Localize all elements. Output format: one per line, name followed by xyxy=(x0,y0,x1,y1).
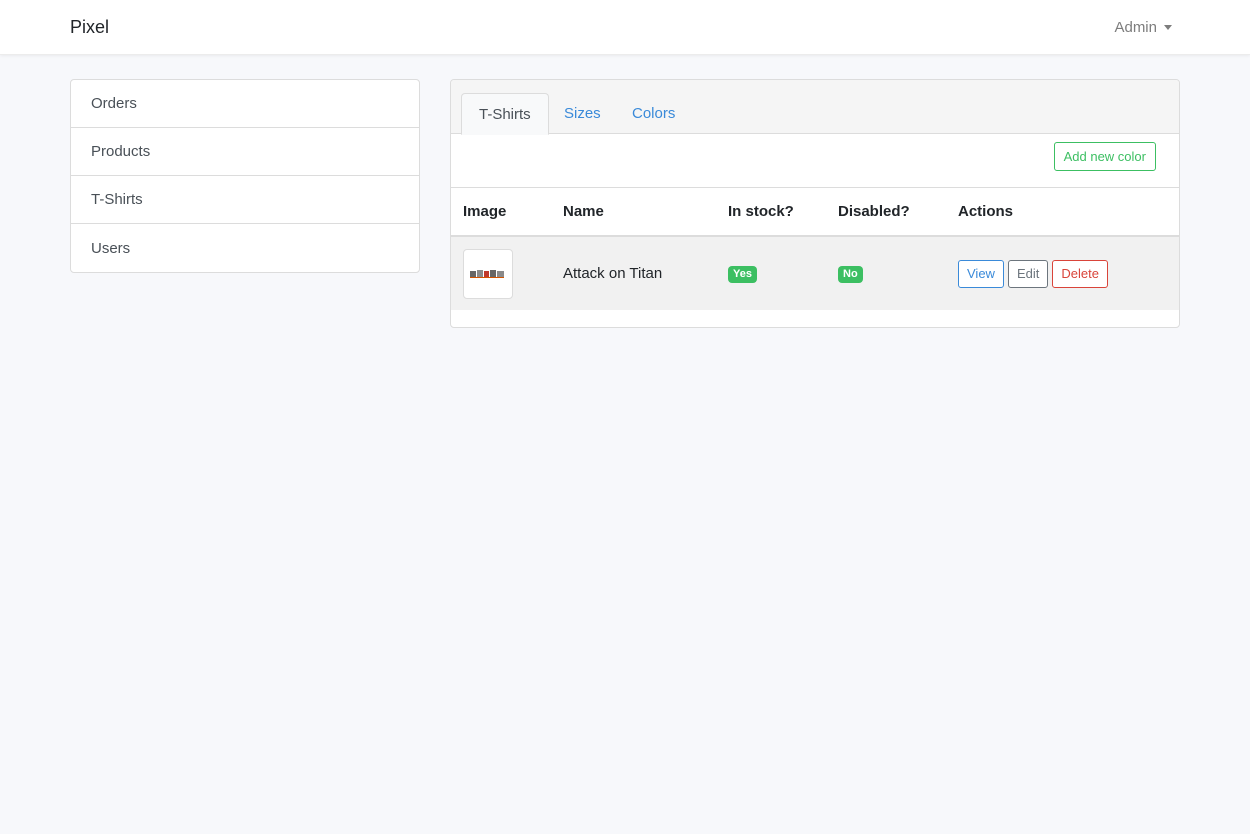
card-toolbar: Add new color xyxy=(451,134,1179,188)
sidebar-nav: Orders Products T-Shirts Users xyxy=(70,79,420,273)
column-header-name: Name xyxy=(563,188,728,237)
table-header-row: Image Name In stock? Disabled? Actions xyxy=(451,188,1179,237)
disabled-badge: No xyxy=(838,266,863,283)
brand-logo[interactable]: Pixel xyxy=(70,17,109,38)
product-name: Attack on Titan xyxy=(563,265,663,282)
column-header-in-stock: In stock? xyxy=(728,188,838,237)
actions-cell: View Edit Delete xyxy=(958,236,1179,310)
edit-button[interactable]: Edit xyxy=(1007,259,1049,288)
sidebar-item-tshirts[interactable]: T-Shirts xyxy=(71,176,419,224)
tshirts-card: T-Shirts Sizes Colors Add new color Imag… xyxy=(450,79,1180,328)
tshirts-table: Image Name In stock? Disabled? Actions A… xyxy=(451,188,1179,310)
image-cell xyxy=(451,236,563,310)
caret-down-icon xyxy=(1164,25,1172,30)
delete-button[interactable]: Delete xyxy=(1052,259,1108,288)
tab-sizes[interactable]: Sizes xyxy=(547,93,618,134)
column-header-image: Image xyxy=(451,188,563,237)
sidebar-item-label: T-Shirts xyxy=(91,191,143,208)
table-row: Attack on Titan Yes No View Edit Delete xyxy=(451,236,1179,310)
sidebar-item-products[interactable]: Products xyxy=(71,128,419,176)
product-thumbnail[interactable] xyxy=(463,248,513,299)
disabled-cell: No xyxy=(838,236,958,310)
admin-label: Admin xyxy=(1114,19,1157,36)
sidebar-item-users[interactable]: Users xyxy=(71,224,419,272)
column-header-actions: Actions xyxy=(958,188,1179,237)
in-stock-cell: Yes xyxy=(728,236,838,310)
sidebar-item-orders[interactable]: Orders xyxy=(71,80,419,128)
product-logo-icon xyxy=(470,269,504,278)
tab-tshirts[interactable]: T-Shirts xyxy=(461,93,549,135)
column-header-disabled: Disabled? xyxy=(838,188,958,237)
view-button[interactable]: View xyxy=(958,259,1004,288)
sidebar-item-label: Users xyxy=(91,239,131,257)
top-navbar: Pixel Admin xyxy=(0,0,1250,55)
sidebar-item-label: Products xyxy=(91,143,151,160)
sidebar-item-label: Orders xyxy=(91,95,137,112)
tab-colors[interactable]: Colors xyxy=(615,93,692,134)
in-stock-badge: Yes xyxy=(728,266,757,283)
add-new-color-button[interactable]: Add new color xyxy=(1053,142,1156,171)
tab-bar: T-Shirts Sizes Colors xyxy=(451,80,1179,135)
admin-user-menu[interactable]: Admin xyxy=(1114,19,1172,36)
